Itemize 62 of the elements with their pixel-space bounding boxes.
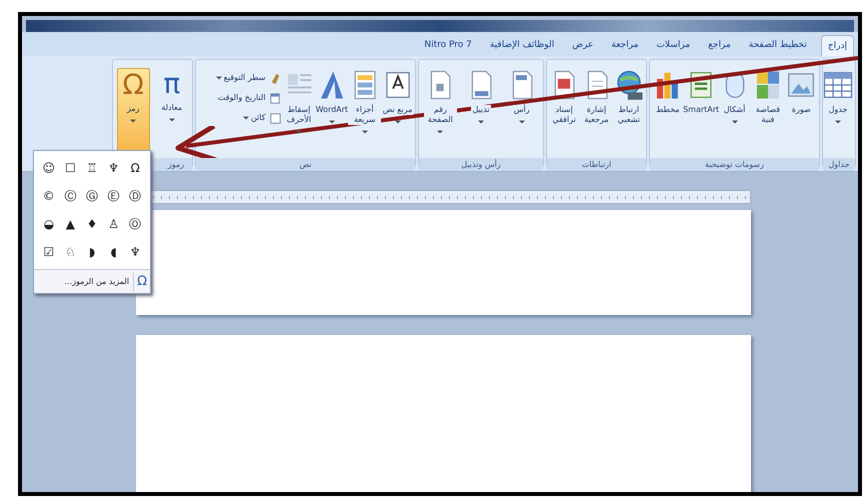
- group-label: ارتباطات: [547, 158, 646, 171]
- caret-icon: [437, 129, 444, 135]
- ribbon-button[interactable]: أشكال: [718, 68, 752, 158]
- symbol-cell[interactable]: ☑: [38, 245, 60, 259]
- caret-icon: [394, 119, 401, 125]
- ribbon-button[interactable]: أجزاء سريعة: [348, 68, 382, 158]
- ribbon-tab[interactable]: مراجع: [704, 35, 735, 56]
- caret-icon: [835, 119, 841, 125]
- ribbon-tab[interactable]: تخطيط الصفحة: [744, 35, 811, 56]
- caret-icon: [296, 129, 302, 135]
- ribbon-button[interactable]: إسقاط الأحرف: [282, 68, 316, 158]
- caret-icon: [518, 119, 525, 125]
- ribbon-button[interactable]: ارتباط تشعبي: [612, 68, 645, 158]
- ribbon-button[interactable]: SmartArt: [684, 68, 718, 158]
- symbol-cell[interactable]: ♦: [81, 217, 103, 231]
- symbol-cell[interactable]: ©: [38, 189, 60, 203]
- ribbon-tab[interactable]: Nitro Pro 7: [420, 35, 476, 56]
- ribbon-button[interactable]: قصاصة فنية: [751, 68, 784, 158]
- ribbon-button[interactable]: إشارة مرجعية: [580, 68, 613, 158]
- caret-icon: [168, 117, 175, 123]
- symbol-cell[interactable]: ◗: [81, 245, 103, 259]
- symbol-cell[interactable]: ♖: [81, 161, 103, 175]
- caret-icon: [732, 119, 738, 125]
- ribbon-tab[interactable]: إدراج: [820, 35, 854, 56]
- ribbon-tab[interactable]: الوظائف الإضافية: [486, 35, 558, 56]
- symbol-cell[interactable]: ♘: [60, 245, 82, 259]
- ribbon-button[interactable]: رقم الصفحة: [424, 68, 457, 158]
- group-label: جداول: [823, 158, 855, 171]
- caret-icon: [216, 75, 222, 81]
- symbol-cell[interactable]: Ⓒ: [60, 189, 82, 203]
- group-label: رأس وتذييل: [419, 158, 543, 171]
- ribbon-button[interactable]: مخطط: [651, 68, 684, 158]
- symbol-cell[interactable]: ◒: [38, 217, 60, 231]
- ribbon-tab[interactable]: مراسلات: [652, 35, 694, 56]
- ribbon-button[interactable]: إسناد ترافقي: [548, 68, 580, 158]
- group-label: نص: [196, 158, 415, 171]
- ribbon-button[interactable]: WordArt: [315, 68, 348, 158]
- symbol-cell[interactable]: ◖: [102, 245, 124, 259]
- caret-icon: [328, 119, 335, 125]
- symbol-cell[interactable]: Ⓞ: [124, 217, 146, 231]
- ribbon-button[interactable]: رأس: [505, 68, 538, 158]
- symbol-cell[interactable]: ☺: [38, 161, 60, 175]
- ribbon-button[interactable]: صورة: [784, 68, 818, 158]
- ribbon-button[interactable]: جدول: [822, 68, 854, 158]
- ribbon-button[interactable]: مربع نص: [381, 68, 414, 158]
- group-label: رسومات توضيحية: [650, 158, 819, 171]
- symbol-cell[interactable]: ☐: [60, 161, 82, 175]
- symbol-cell[interactable]: Ⓖ: [81, 189, 103, 203]
- caret-icon: [362, 129, 368, 135]
- symbol-cell[interactable]: Ⓓ: [124, 189, 146, 203]
- table-icon: [822, 69, 854, 101]
- caret-icon: [242, 115, 249, 121]
- caret-icon: [478, 119, 484, 125]
- object-icon: [268, 110, 283, 126]
- symbol-cell[interactable]: ♆: [124, 245, 146, 259]
- symbol-cell[interactable]: ▲: [60, 217, 82, 231]
- ribbon-tab[interactable]: مراجعة: [607, 35, 642, 56]
- symbol-cell[interactable]: Ⓔ: [102, 189, 124, 203]
- ribbon-button[interactable]: تذييل: [464, 68, 498, 158]
- symbol-cell[interactable]: ♙: [102, 217, 124, 231]
- ribbon-tab[interactable]: عرض: [568, 35, 598, 56]
- caret-icon: [130, 118, 136, 124]
